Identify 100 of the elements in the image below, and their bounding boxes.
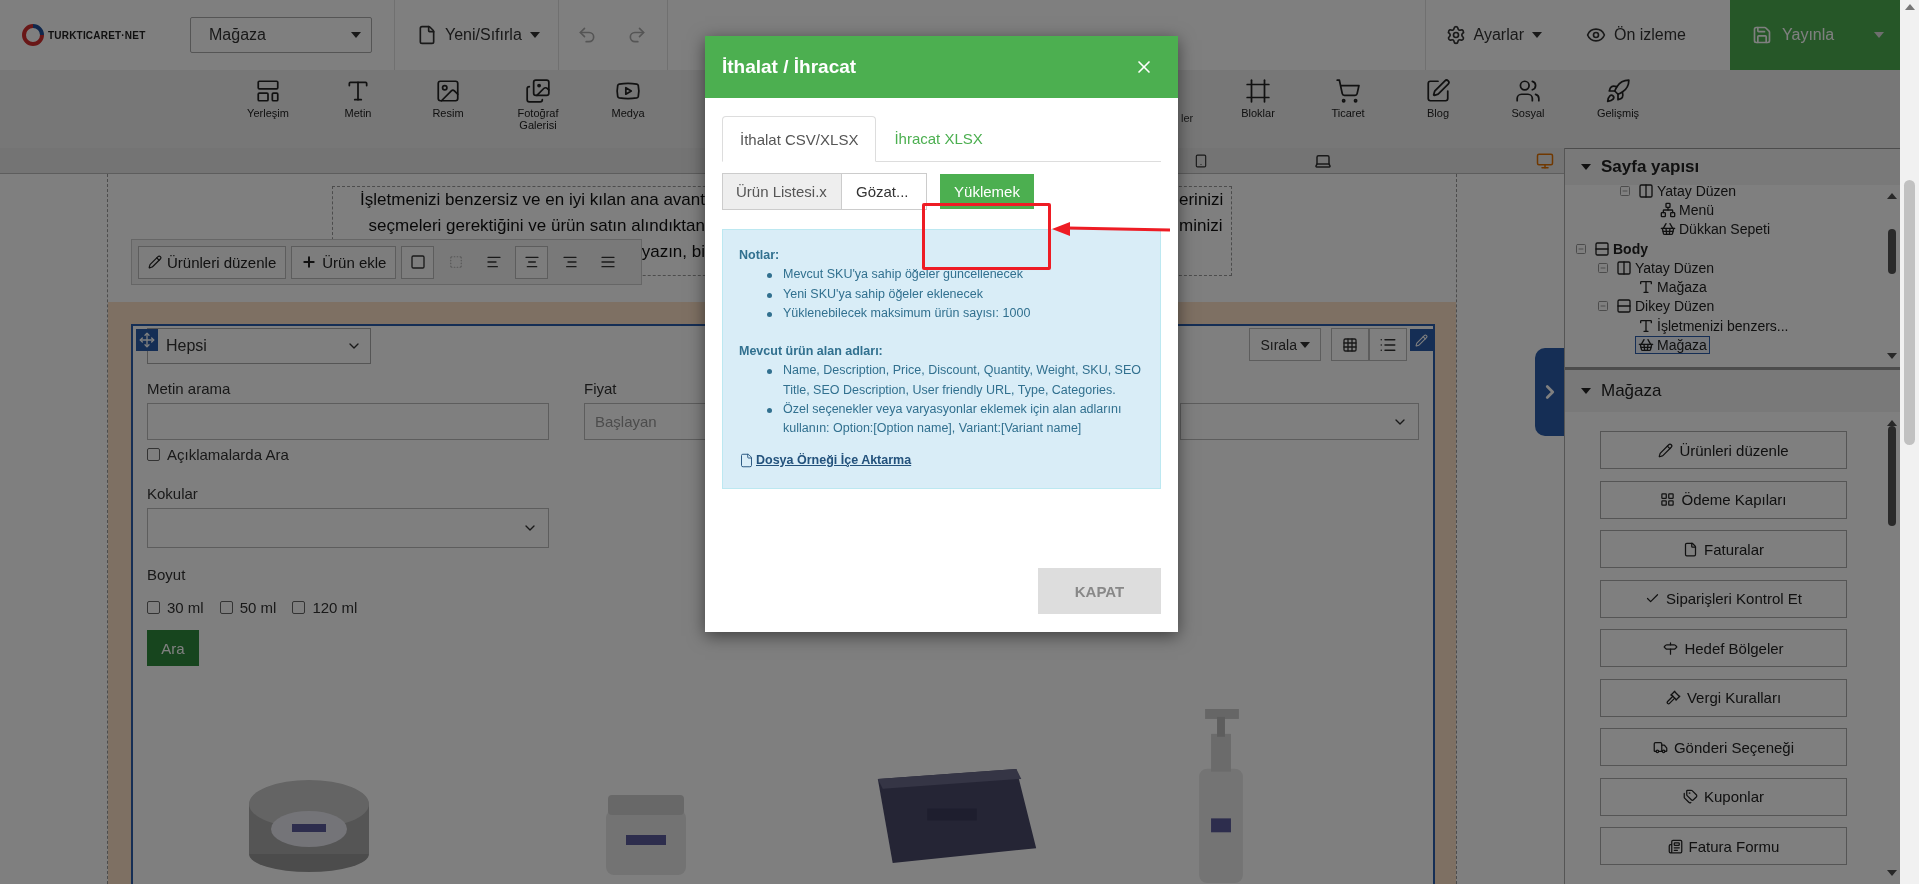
store-action-button[interactable]: Hedef Bölgeler	[1600, 629, 1847, 667]
panel-header[interactable]: Mağaza	[1565, 370, 1900, 412]
scrollbar-thumb[interactable]	[1888, 426, 1896, 526]
undo-icon[interactable]	[576, 25, 597, 45]
users-icon	[1515, 78, 1541, 104]
toolbar-item[interactable]: Metin	[313, 70, 403, 119]
scrollbar-thumb[interactable]	[1888, 229, 1896, 274]
file-icon	[739, 452, 754, 468]
store-action-button[interactable]: Siparişleri Kontrol Et	[1600, 579, 1847, 618]
search-descriptions-checkbox[interactable]: Açıklamalarda Ara	[147, 446, 549, 463]
sort-button[interactable]: Sırala	[1249, 328, 1321, 361]
panel-header[interactable]: Sayfa yapısı	[1565, 148, 1900, 185]
dashed-square-icon	[448, 255, 463, 269]
tree-item[interactable]: Yatay Düzen	[1613, 258, 1718, 277]
caret-icon	[529, 32, 540, 38]
page-select[interactable]: Mağaza	[190, 17, 372, 53]
tree-item[interactable]: Mağaza	[1635, 336, 1710, 354]
size-checkbox[interactable]: 120 ml	[292, 599, 358, 616]
eye-icon	[1585, 25, 1606, 45]
rows-icon	[1594, 240, 1610, 257]
tree-item[interactable]: Mağaza	[1635, 278, 1710, 297]
edit-products-button[interactable]: Ürünleri düzenle	[138, 245, 287, 279]
toolbar-item[interactable]: Bloklar	[1213, 70, 1303, 119]
file-name-field[interactable]: Ürün Listesi.x	[722, 173, 842, 210]
move-button[interactable]	[136, 329, 158, 351]
store-action-button[interactable]: Gönderi Seçeneği	[1600, 728, 1847, 766]
note-item: Özel seçenekler veya varyasyonlar eklemek için alan adlarını kullanın: Option:[Option name], Variant:[Variant name]	[783, 401, 1123, 438]
tree-item[interactable]: Dükkan Sepeti	[1657, 220, 1774, 239]
close-button[interactable]: KAPAT	[1038, 568, 1161, 614]
bullet-icon	[767, 292, 772, 298]
grid-icon	[1660, 492, 1676, 507]
text-icon	[345, 78, 371, 104]
justify-icon	[599, 254, 616, 270]
store-action-button[interactable]: Fatura Formu	[1600, 827, 1847, 865]
dialog-tab[interactable]: İhracat XLSX	[876, 116, 1001, 161]
search-button[interactable]: Ara	[147, 630, 199, 666]
search-field[interactable]	[147, 403, 549, 440]
scrollbar-thumb[interactable]	[1904, 180, 1915, 445]
browse-button[interactable]: Gözat...	[842, 173, 927, 210]
toolbar-item[interactable]: Ticaret	[1303, 70, 1393, 119]
toolbar-item[interactable]: Medya	[583, 70, 673, 119]
align-center-button[interactable]	[515, 245, 549, 279]
upload-button[interactable]: Yüklemek	[940, 174, 1034, 209]
store-action-button[interactable]: Ödeme Kapıları	[1600, 480, 1847, 519]
toolbar-item[interactable]: Yerleşim	[223, 70, 313, 119]
toolbar-item[interactable]: Blog	[1393, 70, 1483, 119]
tablet-icon[interactable]	[1194, 153, 1208, 168]
tree-item[interactable]: Body	[1591, 239, 1651, 258]
file-icon	[417, 25, 437, 45]
note-item: Yüklenebilecek maksimum ürün sayısı: 1000	[783, 304, 1031, 322]
basket-icon	[1660, 221, 1676, 238]
grid-view-button[interactable]	[1331, 328, 1369, 361]
store-action-button[interactable]: Vergi Kuralları	[1600, 678, 1847, 717]
file-icon	[1683, 541, 1698, 557]
logo-icon	[22, 24, 44, 46]
collapse-icon[interactable]	[1597, 261, 1609, 274]
tree-item[interactable]: Dikey Düzen	[1613, 297, 1718, 316]
preview-button[interactable]: Ön izleme	[1561, 25, 1710, 45]
intro-text: yazın, bi	[641, 241, 705, 263]
collapse-icon[interactable]	[1619, 184, 1631, 197]
toolbar-item[interactable]: Sosyal	[1483, 70, 1573, 119]
store-action-button[interactable]: Faturalar	[1600, 530, 1847, 568]
dialog-tab[interactable]: İthalat CSV/XLSX	[722, 116, 877, 162]
caret-icon	[1531, 32, 1542, 38]
image-icon	[435, 78, 461, 104]
settings-button[interactable]: Ayarlar	[1425, 25, 1562, 45]
frame-button[interactable]	[401, 245, 435, 279]
scents-select[interactable]	[147, 508, 549, 548]
pencil-icon	[1415, 333, 1428, 347]
note-item: Yeni SKU'ya sahip öğeler eklenecek	[783, 285, 983, 303]
toolbar-item[interactable]: Resim	[403, 70, 493, 119]
add-product-button[interactable]: Ürün ekle	[291, 245, 397, 279]
toolbar-item[interactable]: Gelişmiş	[1573, 70, 1663, 119]
toolbar-label[interactable]: ler	[1181, 112, 1194, 124]
tree-item[interactable]: İşletmenizi benzers...	[1635, 316, 1792, 335]
scroll-up-icon[interactable]	[1904, 4, 1915, 10]
price-to-select[interactable]	[1180, 403, 1419, 440]
bullet-icon	[767, 273, 772, 279]
intro-text: seçmeleri gerektiğini ve ürün satın alındıktan	[368, 215, 705, 237]
collapse-icon[interactable]	[1575, 242, 1587, 255]
category-select[interactable]: Hepsi	[147, 328, 371, 364]
bullet-icon	[767, 311, 772, 317]
store-action-button[interactable]: Ürünleri düzenle	[1600, 431, 1847, 469]
store-action-button[interactable]: Kuponlar	[1600, 777, 1847, 816]
collapse-icon[interactable]	[1597, 300, 1609, 313]
toolbar-item[interactable]: Fotoğraf Galerisi	[493, 70, 583, 131]
caret-icon	[1874, 32, 1884, 38]
bullet-icon	[767, 408, 772, 414]
desktop-icon[interactable]	[1536, 151, 1554, 170]
size-checkbox[interactable]: 30 ml	[147, 599, 204, 616]
sitemap-icon	[1660, 201, 1676, 218]
size-checkbox[interactable]: 50 ml	[219, 599, 277, 616]
tree-item[interactable]: Menü	[1657, 200, 1718, 219]
new-reset-button[interactable]: Yeni/Sıfırla	[417, 25, 540, 45]
text-icon	[1638, 317, 1654, 334]
edit-button[interactable]	[1410, 329, 1433, 351]
sample-file-link[interactable]: Dosya Örneği İçe Aktarma	[739, 450, 912, 470]
expand-panel-tab[interactable]	[1535, 348, 1564, 436]
pencil-icon	[148, 255, 162, 269]
list-view-button[interactable]	[1369, 328, 1407, 361]
